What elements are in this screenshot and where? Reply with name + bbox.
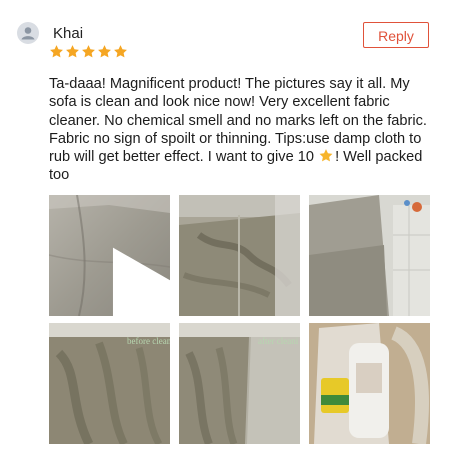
sofa-photo-3 (309, 195, 430, 316)
star-icon (50, 45, 63, 58)
person-icon (21, 27, 35, 40)
review-photo-product[interactable] (309, 323, 430, 444)
review-video-thumbnail[interactable] (49, 195, 170, 316)
star-icon (114, 45, 127, 58)
avatar[interactable] (17, 22, 39, 44)
play-icon (112, 247, 170, 316)
review-text: Ta-daaa! Magnificent product! The pictur… (49, 75, 441, 185)
review-photo[interactable] (309, 195, 430, 316)
review-photo-after[interactable]: after cleani (179, 323, 300, 444)
star-rating (49, 44, 128, 59)
reviewer-name[interactable]: Khai (53, 25, 83, 42)
star-icon (66, 45, 79, 58)
reply-button[interactable]: Reply (363, 22, 429, 48)
star-icon (82, 45, 95, 58)
star-icon (98, 45, 111, 58)
review-card: Khai Reply Ta-daaa! Magnificent product!… (0, 0, 462, 462)
review-photo[interactable] (179, 195, 300, 316)
product-photo (309, 323, 430, 444)
before-clean-label: before clean (127, 336, 170, 346)
sofa-photo-2 (179, 195, 300, 316)
star-emoji-icon (319, 149, 333, 162)
after-clean-label: after cleani (258, 336, 299, 346)
review-photo-before[interactable]: before clean (49, 323, 170, 444)
